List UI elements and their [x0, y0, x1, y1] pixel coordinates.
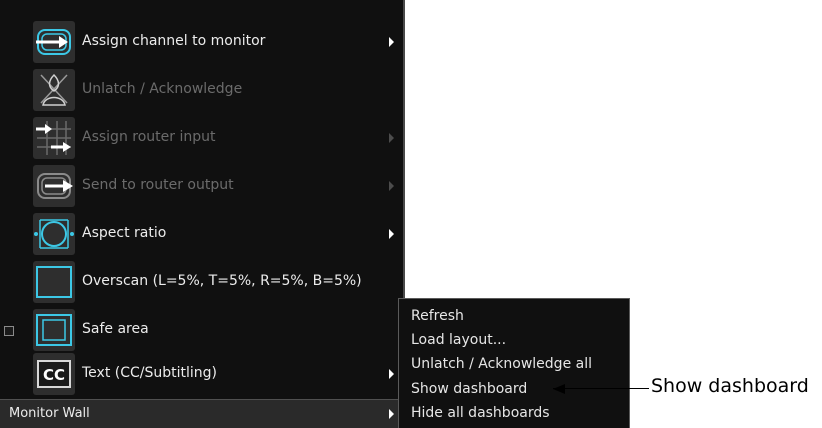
- submenu-arrow-icon: [389, 409, 394, 419]
- unlatch-icon: [33, 69, 75, 111]
- menu-item-aspect-ratio[interactable]: Aspect ratio: [0, 210, 403, 258]
- menu-item-unlatch[interactable]: Unlatch / Acknowledge: [0, 66, 403, 114]
- menu-item-label: Assign channel to monitor: [82, 33, 266, 49]
- callout-arrow-icon: [553, 384, 565, 394]
- menu-item-safe-area[interactable]: Safe area: [0, 306, 403, 354]
- cc-icon: CC: [33, 353, 75, 395]
- submenu-item-unlatch-all[interactable]: Unlatch / Acknowledge all: [411, 356, 592, 372]
- monitor-wall-label: Monitor Wall: [9, 406, 90, 421]
- submenu-arrow-icon: [389, 37, 394, 47]
- context-menu: Assign channel to monitor Unlatch / Ackn…: [0, 0, 405, 428]
- router-input-icon: [33, 117, 75, 159]
- submenu-arrow-icon: [389, 369, 394, 379]
- safe-area-checkbox[interactable]: [4, 326, 14, 336]
- menu-item-label: Send to router output: [82, 177, 234, 193]
- menu-item-text-cc[interactable]: CC Text (CC/Subtitling): [0, 350, 403, 398]
- monitor-wall-menu-item[interactable]: Monitor Wall: [0, 399, 403, 428]
- menu-item-assign-router-input[interactable]: Assign router input: [0, 114, 403, 162]
- submenu-arrow-icon: [389, 133, 394, 143]
- menu-item-label: Unlatch / Acknowledge: [82, 81, 243, 97]
- submenu-item-hide-all-dashboards[interactable]: Hide all dashboards: [411, 405, 550, 421]
- submenu-item-load-layout[interactable]: Load layout...: [411, 332, 506, 348]
- cc-icon-text: CC: [43, 366, 65, 384]
- aspect-ratio-icon: [33, 213, 75, 255]
- menu-item-label: Assign router input: [82, 129, 216, 145]
- submenu-arrow-icon: [389, 229, 394, 239]
- submenu-item-show-dashboard[interactable]: Show dashboard: [411, 381, 527, 397]
- callout-line: [553, 388, 649, 389]
- menu-item-send-router-output[interactable]: Send to router output: [0, 162, 403, 210]
- callout-label: Show dashboard: [651, 375, 809, 397]
- submenu-item-refresh[interactable]: Refresh: [411, 308, 464, 324]
- menu-item-label: Text (CC/Subtitling): [82, 365, 218, 381]
- overscan-icon: [33, 261, 75, 303]
- assign-channel-icon: [33, 21, 75, 63]
- menu-item-label: Aspect ratio: [82, 225, 167, 241]
- menu-item-label: Safe area: [82, 321, 149, 337]
- safe-area-icon: [33, 309, 75, 351]
- menu-item-assign-channel[interactable]: Assign channel to monitor: [0, 18, 403, 66]
- menu-item-label: Overscan (L=5%, T=5%, R=5%, B=5%): [82, 273, 362, 289]
- monitor-wall-submenu: Refresh Load layout... Unlatch / Acknowl…: [398, 298, 630, 428]
- submenu-arrow-icon: [389, 181, 394, 191]
- menu-item-overscan[interactable]: Overscan (L=5%, T=5%, R=5%, B=5%): [0, 258, 403, 306]
- router-output-icon: [33, 165, 75, 207]
